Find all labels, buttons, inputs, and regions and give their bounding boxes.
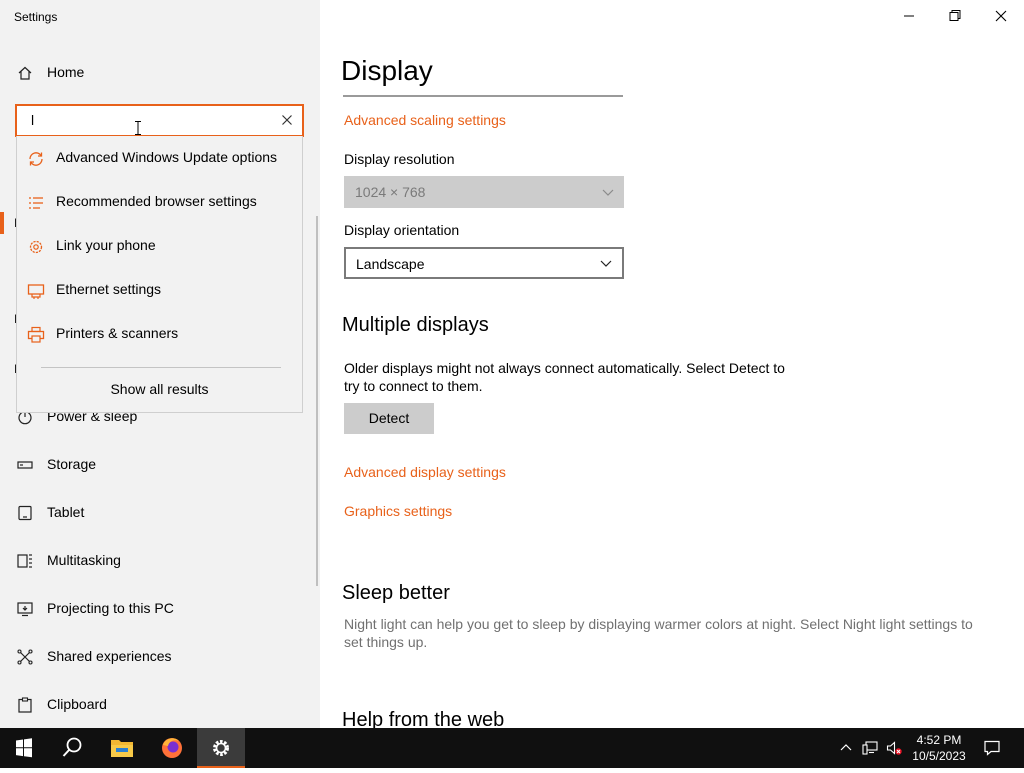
sleep-better-description: Night light can help you get to sleep by…: [344, 616, 973, 650]
chevron-up-icon[interactable]: [838, 740, 854, 756]
gear-icon: [29, 240, 43, 254]
firefox-icon: [162, 738, 182, 758]
sidebar-item-multitasking[interactable]: Multitasking: [0, 541, 320, 581]
display-orientation-label: Display orientation: [344, 222, 460, 238]
start-icon: [16, 738, 32, 758]
divider: [41, 367, 281, 368]
minimize-icon: [904, 15, 914, 17]
text-cursor-icon: [135, 121, 141, 135]
close-button[interactable]: [978, 0, 1024, 32]
display-orientation-value: Landscape: [356, 256, 425, 272]
search-suggestions: Advanced Windows Update options Recommen…: [16, 136, 303, 413]
display-resolution-label: Display resolution: [344, 151, 455, 167]
sidebar-item-projecting[interactable]: Projecting to this PC: [0, 589, 320, 629]
settings-icon: [213, 740, 229, 756]
suggestion-label: Link your phone: [56, 237, 156, 253]
sidebar-item-label: Projecting to this PC: [47, 600, 174, 616]
sidebar-item-label: Clipboard: [47, 696, 107, 712]
network-icon[interactable]: [862, 740, 878, 756]
page-title: Display: [341, 55, 433, 86]
help-from-web-heading: Help from the web: [342, 709, 505, 728]
suggestion-item[interactable]: Recommended browser settings: [17, 180, 302, 224]
suggestion-item[interactable]: Printers & scanners: [17, 312, 302, 356]
multitasking-icon: [17, 554, 32, 568]
suggestion-label: Advanced Windows Update options: [56, 149, 278, 165]
sidebar-item-label: Shared experiences: [47, 648, 172, 664]
projecting-icon: [17, 602, 33, 617]
advanced-display-settings-link[interactable]: Advanced display settings: [344, 464, 506, 480]
sidebar-item-label: Multitasking: [47, 552, 121, 568]
sync-icon: [29, 152, 43, 166]
list-icon: [29, 197, 43, 209]
search-input-value: l: [31, 112, 35, 128]
graphics-settings-link[interactable]: Graphics settings: [344, 503, 452, 519]
detect-button[interactable]: Detect: [344, 403, 434, 434]
printer-icon: [27, 326, 45, 343]
taskbar-clock[interactable]: 4:52 PM 10/5/2023: [908, 732, 970, 764]
ethernet-icon: [27, 284, 45, 299]
title-divider: [343, 95, 623, 97]
suggestion-label: Ethernet settings: [56, 281, 162, 297]
sidebar-item-storage[interactable]: Storage: [0, 445, 320, 485]
chevron-down-icon: [600, 260, 612, 267]
sleep-better-heading: Sleep better: [342, 582, 450, 604]
clock-date: 10/5/2023: [912, 749, 966, 763]
suggestion-label: Printers & scanners: [56, 325, 179, 341]
close-icon: [995, 10, 1007, 22]
search-icon: [62, 737, 82, 757]
taskbar: 4:52 PM 10/5/2023: [0, 728, 1024, 768]
sidebar-scrollbar[interactable]: [316, 216, 318, 586]
restore-icon: [949, 10, 961, 21]
clipboard-icon: [18, 697, 32, 713]
taskbar-search-button[interactable]: [48, 728, 96, 768]
multiple-displays-description: Older displays might not always connect …: [344, 360, 785, 394]
start-button[interactable]: [0, 728, 48, 768]
suggestion-item[interactable]: Advanced Windows Update options: [17, 136, 302, 180]
display-resolution-select[interactable]: 1024 × 768: [344, 176, 624, 208]
settings-taskbar-button[interactable]: [197, 728, 245, 768]
suggestion-label: Recommended browser settings: [56, 193, 257, 209]
sidebar-item-label: Home: [47, 64, 85, 80]
notification-icon[interactable]: [983, 739, 1001, 757]
sidebar-item-home[interactable]: Home: [0, 53, 320, 93]
suggestion-item[interactable]: Ethernet settings: [17, 268, 302, 312]
close-icon[interactable]: [278, 111, 296, 129]
file-explorer-icon: [111, 740, 133, 757]
file-explorer-button[interactable]: [98, 728, 146, 768]
chevron-down-icon: [602, 189, 614, 196]
sidebar-item-shared-experiences[interactable]: Shared experiences: [0, 637, 320, 677]
home-icon: [18, 66, 32, 80]
show-all-results-button[interactable]: Show all results: [17, 381, 302, 397]
suggestion-item[interactable]: Link your phone: [17, 224, 302, 268]
search-input[interactable]: l: [15, 104, 304, 137]
restore-button[interactable]: [932, 0, 978, 32]
volume-muted-icon[interactable]: [886, 740, 902, 756]
sidebar-item-tablet[interactable]: Tablet: [0, 493, 320, 533]
main-content: Display Advanced scaling settings Displa…: [320, 0, 1024, 728]
display-resolution-value: 1024 × 768: [355, 184, 426, 200]
app-title: Settings: [14, 10, 58, 24]
sidebar-item-clipboard[interactable]: Clipboard: [0, 685, 320, 725]
sidebar-item-label: Storage: [47, 456, 97, 472]
multiple-displays-heading: Multiple displays: [342, 314, 489, 336]
firefox-button[interactable]: [148, 728, 196, 768]
advanced-scaling-settings-link[interactable]: Advanced scaling settings: [344, 112, 506, 128]
storage-icon: [17, 461, 33, 469]
shared-experiences-icon: [17, 649, 33, 665]
minimize-button[interactable]: [886, 0, 932, 32]
selected-indicator: [0, 212, 4, 234]
clock-time: 4:52 PM: [916, 733, 962, 747]
tablet-icon: [18, 505, 32, 521]
sidebar-item-label: Tablet: [47, 504, 85, 520]
display-orientation-select[interactable]: Landscape: [344, 247, 624, 279]
